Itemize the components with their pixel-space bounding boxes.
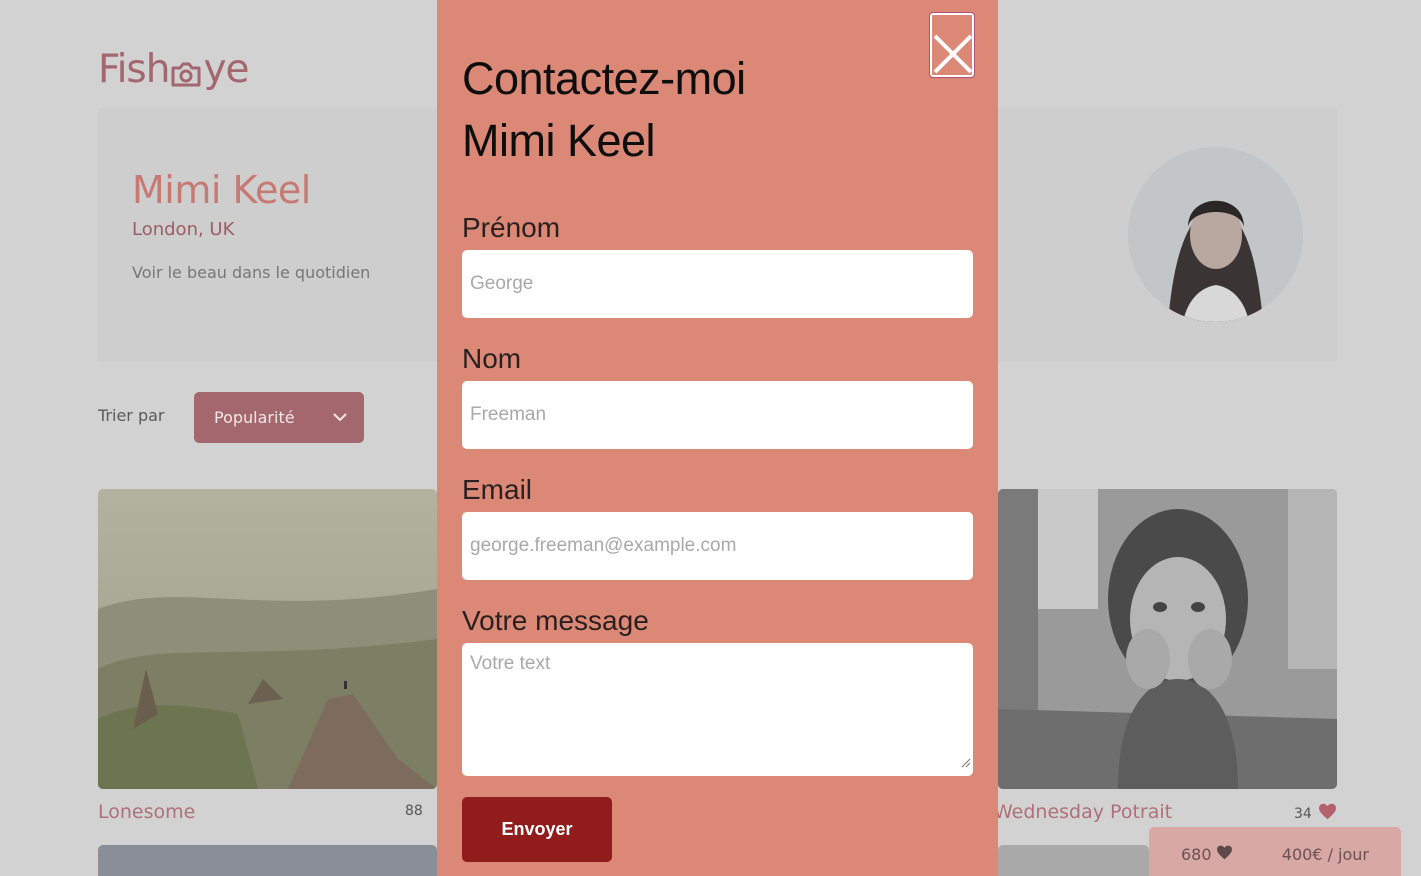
first-name-placeholder: George: [470, 273, 534, 294]
modal-title-name: Mimi Keel: [462, 115, 656, 166]
resize-grip-icon[interactable]: [961, 752, 971, 774]
sort-selected-value: Popularité: [214, 408, 295, 427]
modal-title-line1: Contactez-moi: [462, 53, 746, 104]
media-image-wednesday-potrait[interactable]: [998, 489, 1337, 789]
close-icon: [933, 34, 973, 74]
photographer-tagline: Voir le beau dans le quotidien: [132, 263, 371, 282]
likes-price-box: 680 400€ / jour: [1149, 827, 1401, 876]
photographer-location: London, UK: [132, 219, 235, 240]
sort-label: Trier par: [98, 406, 165, 425]
email-label: Email: [462, 474, 533, 505]
email-placeholder: george.freeman@example.com: [470, 535, 737, 556]
last-name-input[interactable]: Freeman: [462, 381, 973, 449]
media-image[interactable]: [998, 845, 1149, 876]
media-image-lonesome[interactable]: [98, 489, 437, 789]
chevron-down-icon: [332, 409, 348, 429]
message-textarea[interactable]: Votre text: [462, 643, 973, 776]
logo-text-left: Fish: [98, 46, 170, 92]
first-name-input[interactable]: George: [462, 250, 973, 318]
last-name-placeholder: Freeman: [470, 404, 547, 425]
contact-modal: Contactez-moi Mimi Keel Prénom George No…: [437, 0, 998, 876]
send-button[interactable]: Envoyer: [462, 797, 612, 862]
message-placeholder: Votre text: [470, 653, 551, 674]
daily-price: 400€ / jour: [1281, 845, 1369, 864]
sort-dropdown[interactable]: Popularité: [194, 392, 364, 443]
close-modal-button[interactable]: [929, 12, 975, 78]
message-label: Votre message: [462, 605, 649, 636]
media-title: Lonesome: [98, 801, 196, 823]
media-likes-count: 88: [405, 803, 423, 819]
media-image[interactable]: [98, 845, 437, 876]
photographer-name: Mimi Keel: [132, 168, 311, 212]
logo-text-right: ye: [203, 46, 249, 92]
last-name-label: Nom: [462, 343, 522, 374]
first-name-label: Prénom: [462, 212, 561, 243]
photographer-avatar: [1128, 147, 1303, 322]
camera-icon: [170, 54, 202, 87]
total-likes: 680: [1181, 845, 1233, 864]
total-likes-count: 680: [1181, 845, 1212, 864]
media-likes-count: 34: [1294, 805, 1312, 822]
modal-title: Contactez-moi Mimi Keel: [462, 48, 746, 172]
fisheye-logo[interactable]: Fish ye: [98, 44, 250, 94]
heart-icon: [1216, 845, 1233, 864]
media-likes: 34: [1294, 803, 1337, 824]
email-input[interactable]: george.freeman@example.com: [462, 512, 973, 580]
heart-icon[interactable]: [1318, 803, 1337, 824]
media-title: Wednesday Potrait: [994, 801, 1173, 823]
media-likes: 88: [405, 803, 423, 819]
